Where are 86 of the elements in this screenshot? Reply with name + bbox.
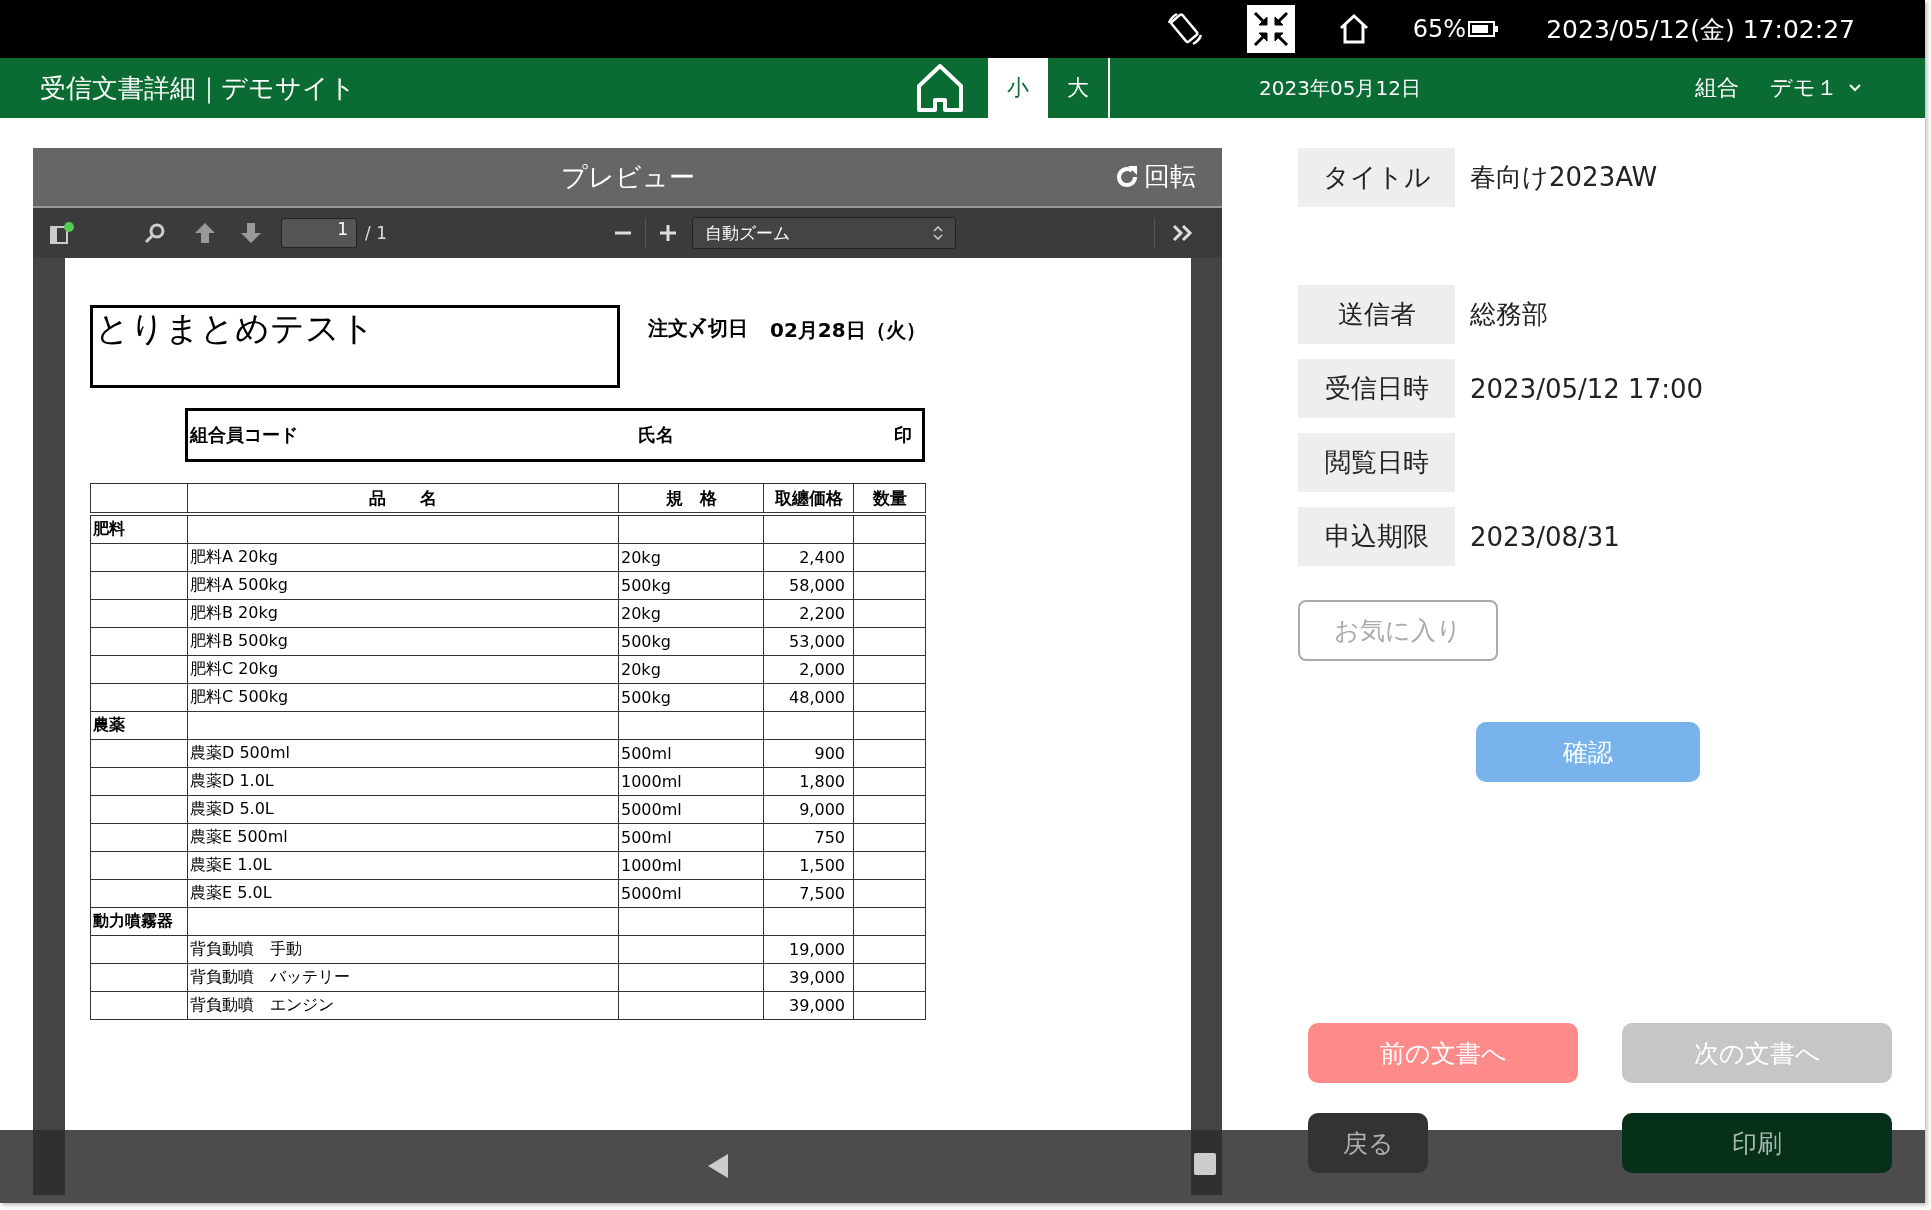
column-header: 数量 bbox=[853, 483, 926, 514]
status-datetime: 2023/05/12(金) 17:02:27 bbox=[1546, 13, 1855, 46]
product-name-cell: 肥料B 500kg bbox=[187, 627, 619, 656]
deadline-date: 02月28日（火） bbox=[770, 317, 926, 344]
spec-cell: 500kg bbox=[618, 683, 764, 712]
product-name-cell: 農薬D 1.0L bbox=[187, 767, 619, 796]
price-cell: 19,000 bbox=[763, 935, 854, 964]
product-name-cell: 背負動噴 バッテリー bbox=[187, 963, 619, 992]
rotate-button[interactable]: 回転 bbox=[1108, 158, 1202, 195]
price-cell: 2,400 bbox=[763, 543, 854, 572]
product-name-cell: 背負動噴 エンジン bbox=[187, 991, 619, 1020]
spec-cell: 500kg bbox=[618, 627, 764, 656]
document-title: とりまとめテスト bbox=[90, 305, 620, 388]
field-label: 送信者 bbox=[1298, 285, 1455, 344]
deadline-label: 注文〆切日 bbox=[648, 315, 748, 342]
price-cell: 900 bbox=[763, 739, 854, 768]
user-menu[interactable]: デモ１ bbox=[1764, 72, 1868, 104]
price-cell: 2,000 bbox=[763, 655, 854, 684]
field-label: 閲覧日時 bbox=[1298, 433, 1455, 492]
price-cell: 1,500 bbox=[763, 851, 854, 880]
page-number-field[interactable]: 1 bbox=[281, 218, 357, 248]
spec-cell: 500ml bbox=[618, 823, 764, 852]
product-name-cell: 農薬D 500ml bbox=[187, 739, 619, 768]
product-name-cell: 肥料C 500kg bbox=[187, 683, 619, 712]
field-label: 申込期限 bbox=[1298, 507, 1455, 566]
spec-cell: 20kg bbox=[618, 655, 764, 684]
up-down-arrows-icon bbox=[932, 226, 943, 240]
battery-icon bbox=[1468, 21, 1499, 37]
field-label: タイトル bbox=[1298, 148, 1455, 207]
field-value: 2023/08/31 bbox=[1470, 521, 1620, 552]
category-cell: 動力噴霧器 bbox=[90, 907, 188, 936]
chevron-down-icon bbox=[1848, 83, 1862, 93]
back-icon[interactable] bbox=[706, 1152, 730, 1180]
field-value: 春向け2023AW bbox=[1470, 161, 1658, 194]
spec-cell: 1000ml bbox=[618, 767, 764, 796]
fullscreen-exit-icon[interactable] bbox=[1246, 5, 1295, 53]
spec-cell: 1000ml bbox=[618, 851, 764, 880]
price-cell: 1,800 bbox=[763, 767, 854, 796]
seal-label: 印 bbox=[894, 423, 912, 447]
page-total: / 1 bbox=[365, 223, 387, 243]
field-value: 総務部 bbox=[1470, 298, 1548, 331]
member-code-label: 組合員コード bbox=[190, 423, 298, 447]
spec-cell: 500kg bbox=[618, 571, 764, 600]
price-cell: 39,000 bbox=[763, 963, 854, 992]
price-cell: 53,000 bbox=[763, 627, 854, 656]
product-name-cell: 肥料C 20kg bbox=[187, 655, 619, 684]
page-title: 受信文書詳細｜デモサイト bbox=[40, 71, 357, 106]
product-name-cell: 農薬E 1.0L bbox=[187, 851, 619, 880]
price-cell: 48,000 bbox=[763, 683, 854, 712]
product-name-cell: 農薬D 5.0L bbox=[187, 795, 619, 824]
field-label: 受信日時 bbox=[1298, 359, 1455, 418]
column-header: 取纏価格 bbox=[763, 483, 854, 514]
price-cell: 7,500 bbox=[763, 879, 854, 908]
spec-cell: 20kg bbox=[618, 599, 764, 628]
text-size-tab[interactable]: 小 bbox=[988, 58, 1048, 118]
field-value: 2023/05/12 17:00 bbox=[1470, 373, 1704, 404]
zoom-select[interactable]: 自動ズーム bbox=[691, 217, 956, 249]
home-icon[interactable] bbox=[915, 62, 965, 114]
spec-cell: 20kg bbox=[618, 543, 764, 572]
spec-cell: 5000ml bbox=[618, 879, 764, 908]
product-name-cell: 背負動噴 手動 bbox=[187, 935, 619, 964]
price-cell: 39,000 bbox=[763, 991, 854, 1020]
spec-cell: 500ml bbox=[618, 739, 764, 768]
preview-title: プレビュー bbox=[560, 160, 695, 194]
rotate-icon bbox=[1114, 163, 1140, 190]
spec-cell: 5000ml bbox=[618, 795, 764, 824]
product-name-cell: 農薬E 5.0L bbox=[187, 879, 619, 908]
price-cell: 9,000 bbox=[763, 795, 854, 824]
action-button[interactable]: 印刷 bbox=[1622, 1113, 1892, 1173]
price-cell: 2,200 bbox=[763, 599, 854, 628]
header-date: 2023年05月12日 bbox=[1258, 74, 1422, 102]
price-cell: 58,000 bbox=[763, 571, 854, 600]
product-name-cell: 肥料A 500kg bbox=[187, 571, 619, 600]
group-label: 組合 bbox=[1695, 74, 1739, 102]
recents-icon[interactable] bbox=[1193, 1152, 1217, 1176]
category-cell: 農薬 bbox=[90, 711, 188, 740]
category-cell: 肥料 bbox=[90, 514, 188, 544]
product-name-cell: 農薬E 500ml bbox=[187, 823, 619, 852]
action-button[interactable]: 戻る bbox=[1308, 1113, 1428, 1173]
column-header: 規 格 bbox=[618, 483, 764, 514]
column-header: 品 名 bbox=[187, 483, 619, 514]
price-cell: 750 bbox=[763, 823, 854, 852]
name-label: 氏名 bbox=[638, 423, 674, 447]
product-name-cell: 肥料A 20kg bbox=[187, 543, 619, 572]
battery-percentage: 65% bbox=[1412, 15, 1467, 43]
product-name-cell: 肥料B 20kg bbox=[187, 599, 619, 628]
